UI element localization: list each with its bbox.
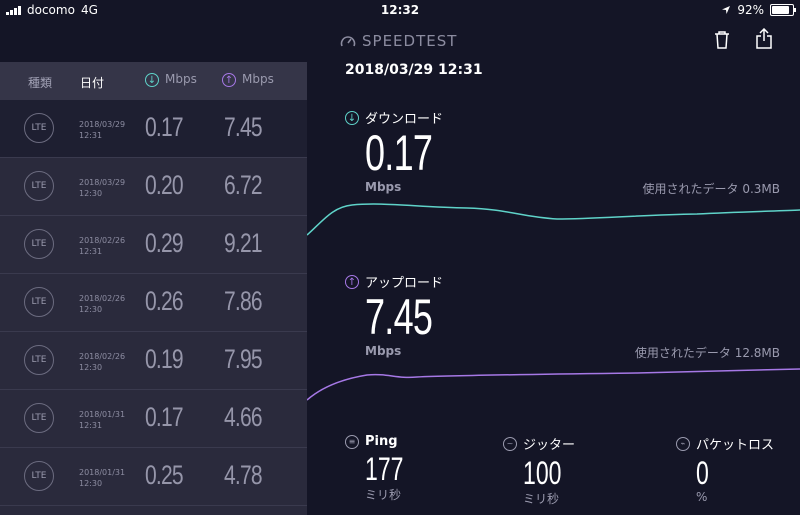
connection-type-badge: LTE [24, 461, 54, 491]
packet-loss-stat: ⌁ パケットロス 0 % [676, 434, 774, 504]
row-upload: 7.95 [224, 344, 263, 374]
row-datetime: 2018/01/31 12:30 [79, 467, 125, 489]
row-download: 0.19 [145, 344, 184, 374]
connection-type-badge: LTE [24, 403, 54, 433]
connection-type-badge: LTE [24, 229, 54, 259]
trash-icon[interactable] [712, 30, 732, 50]
ping-unit: ミリ秒 [365, 488, 402, 502]
connection-type-badge: LTE [24, 171, 54, 201]
row-time: 12:31 [79, 131, 103, 140]
row-date: 2018/03/29 [79, 178, 126, 187]
history-row[interactable]: LTE 2018/02/26 12:30 0.19 7.95 [0, 332, 307, 390]
row-datetime: 2018/02/26 12:30 [79, 293, 125, 315]
header-download[interactable]: ↓ Mbps [145, 72, 197, 87]
row-datetime: 2018/02/26 12:30 [79, 351, 125, 373]
row-download: 0.29 [145, 228, 184, 258]
status-bar: docomo 4G 12:32 92% [0, 0, 800, 22]
packet-loss-icon: ⌁ [676, 436, 690, 451]
row-time: 12:30 [79, 363, 103, 372]
row-download: 0.25 [145, 460, 184, 490]
header-date[interactable]: 日付 [80, 74, 104, 91]
row-upload: 9.21 [224, 228, 263, 258]
download-unit: Mbps [365, 180, 402, 194]
upload-arrow-icon: ↑ [222, 72, 236, 87]
row-datetime: 2018/03/29 12:30 [79, 177, 125, 199]
result-datetime: 2018/03/29 12:31 [345, 62, 483, 78]
location-arrow-icon [722, 6, 731, 14]
packet-loss-value: 0 [696, 455, 709, 491]
row-date: 2018/01/31 [79, 410, 126, 419]
row-time: 12:31 [79, 247, 103, 256]
history-panel: 種類 日付 ↓ Mbps ↑ Mbps LTE 2018/03/29 12:31 0.… [0, 62, 307, 515]
download-value: 0.17 [365, 125, 433, 181]
packet-loss-unit: % [696, 490, 708, 504]
ping-label: Ping [365, 434, 398, 449]
row-datetime: 2018/02/26 12:31 [79, 235, 125, 257]
history-row[interactable]: LTE 2018/02/26 12:30 0.26 7.86 [0, 274, 307, 332]
jitter-unit: ミリ秒 [523, 492, 560, 506]
upload-arrow-icon: ↑ [345, 274, 359, 289]
download-arrow-icon: ↓ [345, 110, 359, 125]
row-date: 2018/02/26 [79, 352, 126, 361]
row-time: 12:30 [79, 189, 103, 198]
download-arrow-icon: ↓ [145, 72, 159, 87]
download-graph [307, 203, 800, 236]
connection-type-badge: LTE [24, 345, 54, 375]
packet-loss-label: パケットロス [696, 438, 775, 453]
row-date: 2018/01/31 [79, 468, 126, 477]
result-detail-panel: SPEEDTEST 2018/03/29 12:31 ↓ ダウンロード 0.17… [307, 22, 800, 515]
row-time: 12:30 [79, 305, 103, 314]
history-row[interactable]: LTE 2018/03/29 12:31 0.17 7.45 [0, 100, 307, 158]
jitter-label: ジッター [523, 438, 576, 453]
row-date: 2018/02/26 [79, 294, 126, 303]
speedometer-icon [340, 36, 356, 47]
ping-stat: ≡ Ping 177 ミリ秒 [345, 434, 418, 503]
row-download: 0.17 [145, 402, 184, 432]
status-right: 92% [721, 3, 796, 17]
row-download: 0.26 [145, 286, 184, 316]
header-download-unit: Mbps [165, 72, 197, 86]
row-datetime: 2018/01/31 12:31 [79, 409, 125, 431]
row-download: 0.17 [145, 112, 184, 142]
download-data-used: 使用されたデータ 0.3MB [642, 182, 781, 196]
jitter-icon: ~ [503, 436, 517, 451]
jitter-value: 100 [523, 455, 562, 491]
row-time: 12:30 [79, 479, 103, 488]
speedtest-logo: SPEEDTEST [340, 32, 457, 50]
ping-value: 177 [365, 451, 404, 487]
row-upload: 7.45 [224, 112, 263, 142]
ping-icon: ≡ [345, 434, 359, 449]
connection-type-badge: LTE [24, 287, 54, 317]
connection-type-badge: LTE [24, 113, 54, 143]
row-datetime: 2018/03/29 12:31 [79, 119, 125, 141]
row-upload: 4.66 [224, 402, 263, 432]
row-date: 2018/02/26 [79, 236, 126, 245]
history-row[interactable]: LTE 2018/03/29 12:30 0.20 6.72 [0, 158, 307, 216]
history-row[interactable]: LTE 2018/01/31 12:31 0.17 4.66 [0, 390, 307, 448]
upload-unit: Mbps [365, 344, 402, 358]
row-upload: 6.72 [224, 170, 263, 200]
row-upload: 7.86 [224, 286, 263, 316]
row-download: 0.20 [145, 170, 184, 200]
history-row[interactable]: LTE 2018/01/31 12:30 0.25 4.78 [0, 448, 307, 506]
row-time: 12:31 [79, 421, 103, 430]
row-upload: 4.78 [224, 460, 263, 490]
header-upload[interactable]: ↑ Mbps [222, 72, 274, 87]
clock: 12:32 [380, 3, 420, 17]
logo-text: SPEEDTEST [362, 32, 458, 50]
upload-value: 7.45 [365, 289, 433, 345]
upload-graph [307, 368, 800, 401]
header-upload-unit: Mbps [242, 72, 274, 86]
row-date: 2018/03/29 [79, 120, 126, 129]
battery-icon [770, 4, 796, 16]
history-row[interactable]: LTE 2018/02/26 12:31 0.29 9.21 [0, 216, 307, 274]
battery-percent: 92% [737, 3, 764, 17]
share-icon[interactable] [755, 28, 773, 50]
header-type[interactable]: 種類 [28, 74, 52, 91]
jitter-stat: ~ ジッター 100 ミリ秒 [503, 434, 576, 507]
history-header: 種類 日付 ↓ Mbps ↑ Mbps [0, 62, 307, 100]
